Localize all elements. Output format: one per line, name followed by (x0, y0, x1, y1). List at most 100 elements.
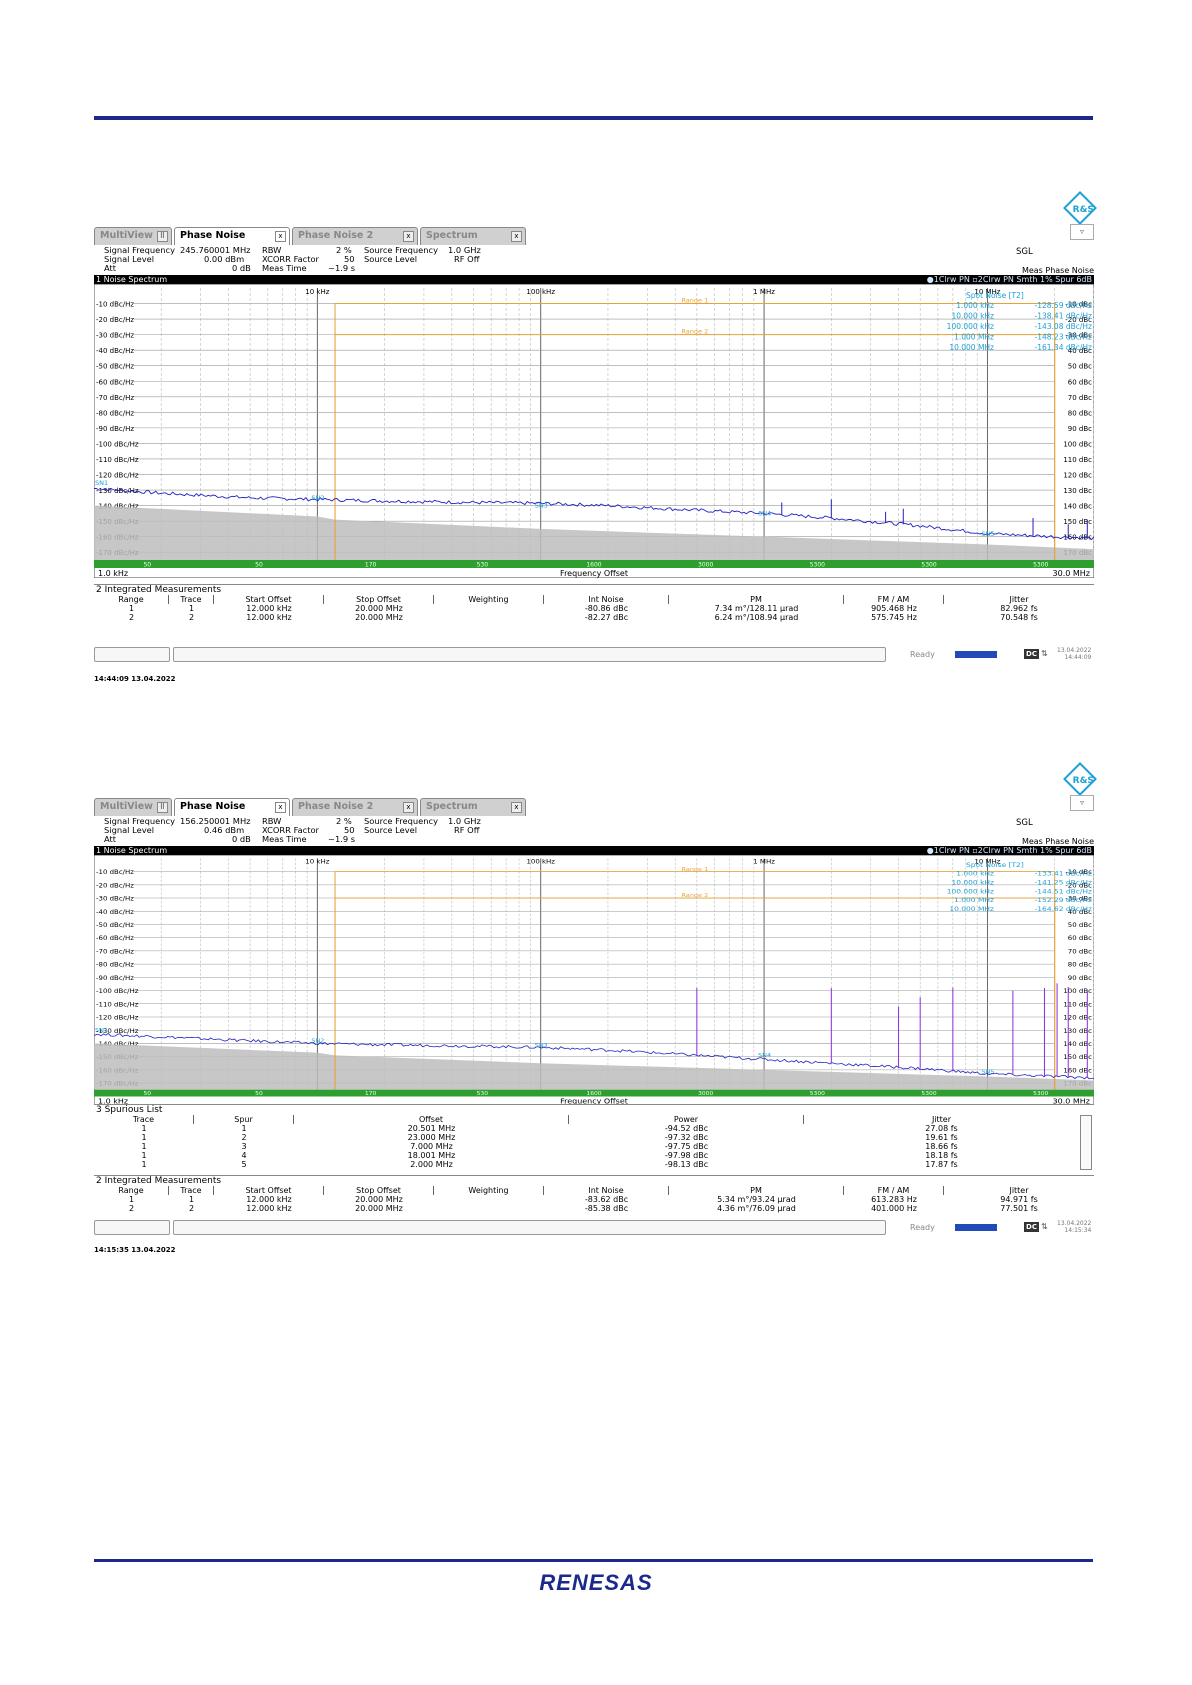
y-tick-label: -100 dBc/Hz (96, 988, 139, 995)
close-icon[interactable]: x (275, 802, 286, 813)
close-icon[interactable]: x (275, 231, 286, 242)
table-header: Trace Spur Offset Power Jitter (94, 1115, 1094, 1124)
marker-value: -141.25 dBc/Hz (1035, 879, 1093, 886)
y-tick-label-right: 120 dBc (1063, 472, 1092, 480)
y-tick-label-right: 150 dBc (1063, 518, 1092, 526)
marker-label: SN1 (95, 479, 108, 487)
signal-icon: ⇅ (1041, 649, 1048, 658)
rs-logo-icon: R&S (1063, 191, 1097, 225)
close-icon[interactable]: x (403, 231, 414, 242)
tab-multiview[interactable]: MultiView ⠿ (94, 227, 172, 245)
segment-label: 1600 (586, 562, 601, 569)
dropdown-icon[interactable]: ▿ (1070, 795, 1094, 811)
table-row: 2 2 12.000 kHz 20.000 MHz -82.27 dBc 6.24 m°/… (128, 613, 1038, 622)
tab-phase-noise-2[interactable]: Phase Noise 2x (292, 227, 418, 245)
y-tick-label: -110 dBc/Hz (96, 456, 139, 464)
grid-icon[interactable]: ⠿ (157, 231, 168, 242)
status-field[interactable] (94, 1220, 170, 1235)
table-row: 1 2 23.000 MHz -97.32 dBc 19.61 fs (141, 1133, 958, 1142)
y-tick-label: -50 dBc/Hz (96, 922, 135, 929)
y-tick-label-right: 50 dBc (1068, 922, 1093, 929)
table-header: Range Trace Start Offset Stop Offset Weighti… (94, 595, 1094, 604)
table-row: 1 1 12.000 kHz 20.000 MHz -80.86 dBc 7.34 m°/… (128, 604, 1038, 613)
value: 0 dB (232, 834, 251, 844)
ready-label: Ready (910, 650, 935, 659)
tab-multiview[interactable]: MultiView ⠿ (94, 798, 172, 816)
y-tick-label-right: 140 dBc (1063, 503, 1092, 511)
section-title: 2 Integrated Measurements (94, 1175, 1094, 1186)
dropdown-icon[interactable]: ▿ (1070, 224, 1094, 240)
marker-label: SN3 (535, 1042, 548, 1048)
marker-label: SN4 (758, 1053, 771, 1059)
tab-phase-noise[interactable]: Phase Noise x (174, 798, 290, 816)
segment-label: 50 (143, 562, 151, 569)
marker-value: -161.34 dBc/Hz (1035, 343, 1093, 352)
segment-label: 50 (255, 562, 263, 569)
range-label: Range 2 (681, 893, 708, 899)
tab-phase-noise[interactable]: Phase Noise x (174, 227, 290, 245)
table-row: 1 1 12.000 kHz 20.000 MHz -83.62 dBc 5.34 m°/… (128, 1195, 1038, 1204)
trace-legend: ●1Clrw PN ▫2Clrw PN Smth 1% Spur 6dB (926, 846, 1092, 855)
grid-icon[interactable]: ⠿ (157, 802, 168, 813)
spur-list-scrollbar[interactable] (1080, 1115, 1092, 1170)
progress-bar (955, 1224, 997, 1231)
marker-offset: 10.000 kHz (951, 312, 994, 321)
message-field (173, 1220, 886, 1235)
marker-value: -164.62 dBc/Hz (1035, 906, 1093, 913)
x-top-tick-label: 1 MHz (753, 288, 775, 296)
range-label: Range 1 (681, 866, 708, 872)
y-tick-label-right: 100 dBc (1063, 440, 1092, 448)
table-row: 1 3 7.000 MHz -97.75 dBc 18.66 fs (141, 1142, 958, 1151)
y-tick-label-right: 80 dBc (1068, 409, 1092, 417)
y-tick-label: -70 dBc/Hz (96, 394, 134, 402)
y-tick-label: -90 dBc/Hz (96, 974, 135, 981)
tab-spectrum[interactable]: Spectrum x (420, 798, 526, 816)
segment-label: 5300 (921, 1092, 937, 1097)
tab-phase-noise-2[interactable]: Phase Noise 2x (292, 798, 418, 816)
y-tick-label: -80 dBc/Hz (96, 409, 134, 417)
value: ~1.9 s (328, 834, 356, 844)
status-field[interactable] (94, 647, 170, 662)
tab-spectrum[interactable]: Spectrum x (420, 227, 526, 245)
y-tick-label-right: 80 dBc (1068, 961, 1093, 968)
table-row: 1 1 20.501 MHz -94.52 dBc 27.08 fs (141, 1124, 958, 1133)
y-tick-label: -100 dBc/Hz (96, 440, 139, 448)
x-axis-label: Frequency Offset (560, 569, 628, 578)
y-tick-label: -50 dBc/Hz (96, 363, 134, 371)
label: Source Level (364, 254, 418, 264)
marker-offset: 10.000 MHz (949, 343, 994, 352)
segment-label: 3000 (698, 1092, 714, 1097)
table-row: 2 2 12.000 kHz 20.000 MHz -85.38 dBc 4.36 m°/… (128, 1204, 1038, 1213)
y-tick-label-right: 60 dBc (1068, 378, 1092, 386)
segment-label: 530 (477, 562, 489, 569)
marker-offset: 10.000 MHz (949, 906, 994, 913)
marker-offset: 1.000 MHz (954, 897, 994, 904)
signal-icon: ⇅ (1041, 1222, 1048, 1231)
y-tick-label-right: 70 dBc (1068, 394, 1092, 402)
close-icon[interactable]: x (403, 802, 414, 813)
y-tick-label: -20 dBc/Hz (96, 882, 135, 889)
marker-table-title: Spot Noise [T2] (966, 861, 1024, 868)
x-top-tick-label: 10 kHz (305, 288, 329, 296)
progress-bar (955, 651, 997, 658)
close-icon[interactable]: x (511, 802, 522, 813)
x-stop-label: 30.0 MHz (1053, 569, 1090, 578)
measurement-header: Signal Frequency 156.250001 MHz Signal L… (94, 816, 1094, 844)
close-icon[interactable]: x (511, 231, 522, 242)
segment-label: 170 (365, 562, 377, 569)
x-start-label: 1.0 kHz (98, 569, 128, 578)
y-tick-label: -10 dBc/Hz (96, 301, 134, 309)
y-tick-label: -40 dBc/Hz (96, 908, 135, 915)
label: Att (104, 834, 117, 844)
y-tick-label: -120 dBc/Hz (96, 1014, 139, 1021)
marker-label: SN3 (535, 501, 548, 509)
value: 0 dB (232, 263, 251, 273)
dc-coupling-icon: DC (1024, 649, 1039, 659)
y-tick-label: -80 dBc/Hz (96, 961, 135, 968)
y-tick-label-right: 90 dBc (1068, 974, 1093, 981)
meas-mode: Meas Phase Noise (1021, 837, 1094, 846)
renesas-logo: RENESAS (539, 1570, 653, 1595)
window-title: 1 Noise Spectrum ●1Clrw PN ▫2Clrw PN Smth… (94, 846, 1094, 855)
marker-value: -152.29 dBc/Hz (1035, 897, 1093, 904)
y-tick-label-right: 90 dBc (1068, 425, 1092, 433)
